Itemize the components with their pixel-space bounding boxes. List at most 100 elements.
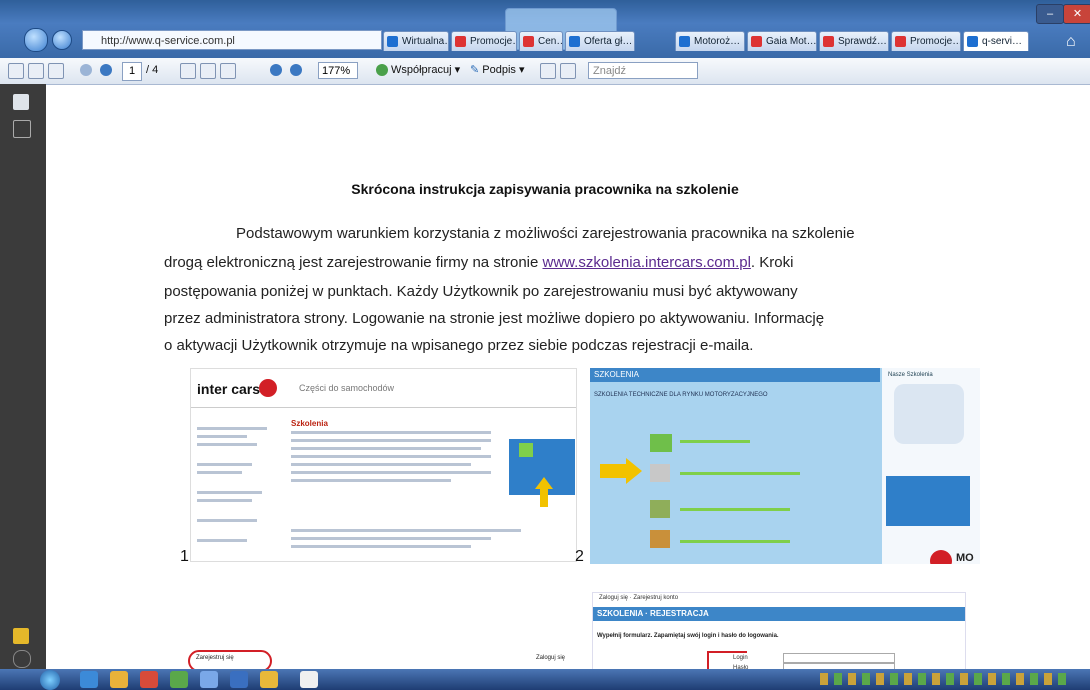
paragraph-line-3: postępowania poniżej w punktach. Każdy U… [164,283,798,300]
divider [191,407,576,408]
zoom-out-icon[interactable] [270,64,282,76]
sign-button[interactable]: ✎ Podpis ▾ [470,61,525,79]
collaborate-label: Współpracuj ▾ [391,64,461,76]
arrow-shaft [540,489,548,507]
tab-4[interactable]: Oferta gł… [565,31,635,51]
link-icon[interactable] [13,650,31,668]
start-button-icon[interactable] [40,670,60,690]
register-tab-label[interactable]: Zarejestruj się [196,655,234,661]
screenshot-1-intercars: inter cars Części do samochodów Szkoleni… [190,368,577,562]
address-bar[interactable]: http://www.q-service.com.pl [82,30,382,50]
find-input[interactable]: Znajdź [588,62,698,79]
course-icon-1 [650,434,672,452]
select-tool-icon[interactable] [180,63,196,79]
intercars-tagline: Części do samochodów [299,383,395,393]
login-link[interactable]: Zaloguj się [536,655,565,661]
menu-line [197,491,262,494]
collaborate-button[interactable]: Współpracuj ▾ [376,61,460,79]
content-line [291,529,521,532]
tab-favicon-icon [387,36,398,47]
registration-header: SZKOLENIA · REJESTRACJA [593,607,965,621]
registration-menu: Zaloguj się · Zarejestruj konto [599,595,679,601]
minimize-button[interactable]: – [1036,4,1064,24]
taskbar-pdf-icon[interactable] [300,671,318,688]
print-preview-icon[interactable] [540,63,556,79]
forward-button[interactable] [52,30,72,50]
tab-9-active[interactable]: q-servi… [963,31,1029,51]
course-link-1[interactable] [680,440,750,443]
taskbar-app-icon[interactable] [260,671,278,688]
taskbar-app-icon[interactable] [200,671,218,688]
page-total: / 4 [146,64,159,76]
tab-favicon-icon [455,36,466,47]
comments-icon[interactable] [13,628,29,644]
course-link-3[interactable] [680,508,790,511]
course-link-2[interactable] [680,472,800,475]
arrow-right-icon [626,458,642,484]
moto-logo-text: MO [956,552,974,564]
print-icon[interactable] [8,63,24,79]
tab-label: Cen… [538,36,562,47]
red-marker [707,651,747,653]
course-icon-2 [650,464,670,482]
content-line [291,471,491,474]
login-input[interactable] [783,653,895,663]
back-button[interactable] [24,28,48,52]
tab-8[interactable]: Promocje… [891,31,961,51]
banner-icon [519,443,533,457]
tab-3[interactable]: Cen… [519,31,563,51]
sidebar-heading: Nasze Szkolenia [888,372,933,378]
menu-line [197,427,267,430]
tab-favicon-icon [895,36,906,47]
fit-page-icon[interactable] [560,63,576,79]
szkolenia-link[interactable]: www.szkolenia.intercars.com.pl [543,254,751,271]
tab-2[interactable]: Promocje… [451,31,517,51]
home-icon[interactable]: ⌂ [1066,33,1082,50]
save-icon[interactable] [28,63,44,79]
tab-label: Promocje… [910,36,961,47]
taskbar-explorer-icon[interactable] [110,671,128,688]
menu-line [197,463,252,466]
page-number-input[interactable]: 1 [122,62,142,81]
previous-page-icon[interactable] [80,64,92,76]
menu-line [197,443,257,446]
tab-1[interactable]: Wirtualna… [383,31,449,51]
taskbar-app-icon[interactable] [140,671,158,688]
text-span: . Kroki [750,254,794,271]
tab-favicon-icon [967,36,978,47]
zoom-tool-icon[interactable] [220,63,236,79]
szkolenia-header: SZKOLENIA [590,368,880,382]
taskbar-app-icon[interactable] [230,671,248,688]
tab-favicon-icon [679,36,690,47]
collaborate-icon [376,64,388,77]
tab-label: Promocje… [470,36,516,47]
close-button[interactable]: ✕ [1063,4,1090,24]
hand-tool-icon[interactable] [200,63,216,79]
tab-5[interactable]: Motoroż… [675,31,745,51]
step-1-label: 1 [180,548,189,565]
content-line [291,463,471,466]
system-tray-icons[interactable] [820,673,1070,685]
tab-label: Sprawdź… [838,36,887,47]
pages-icon[interactable] [13,94,29,110]
tab-label: Motoroż… [694,36,741,47]
red-marker [707,651,709,670]
course-icon-4 [650,530,670,548]
content-line [291,431,491,434]
tab-favicon-icon [569,36,580,47]
taskbar-ie-icon[interactable] [80,671,98,688]
email-icon[interactable] [48,63,64,79]
poland-map-icon [894,384,964,444]
course-icon-3 [650,500,670,518]
arrow-up-icon [535,477,553,489]
tab-7[interactable]: Sprawdź… [819,31,889,51]
zoom-level-input[interactable]: 177% [318,62,358,79]
attachments-icon[interactable] [13,120,31,138]
zoom-in-icon[interactable] [290,64,302,76]
course-link-4[interactable] [680,540,790,543]
tab-6[interactable]: Gaia Mot… [747,31,817,51]
next-page-icon[interactable] [100,64,112,76]
menu-line [197,435,247,438]
taskbar-app-icon[interactable] [170,671,188,688]
address-text: http://www.q-service.com.pl [101,35,235,47]
